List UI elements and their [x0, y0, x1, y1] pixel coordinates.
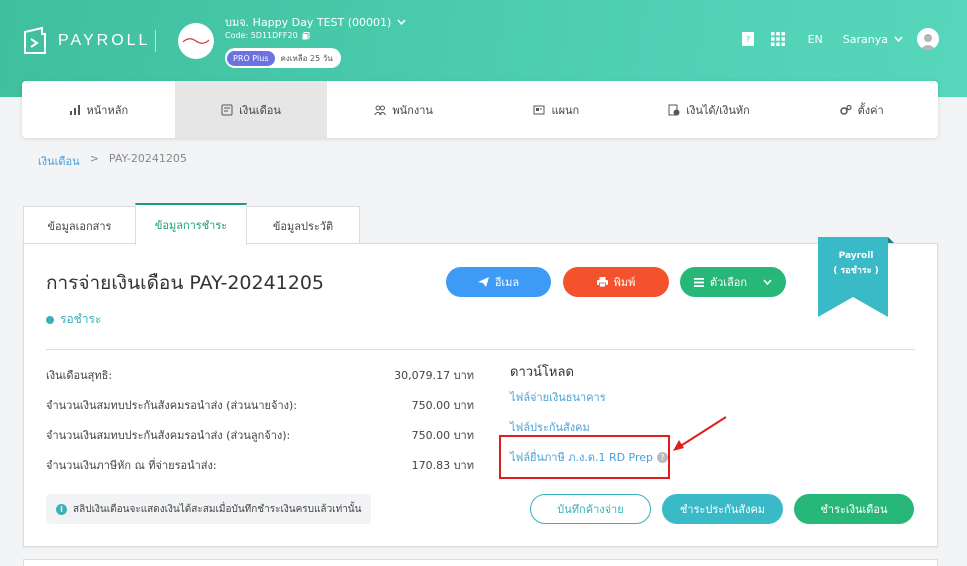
info-note: i สลิปเงินเดือนจะแสดงเงินได้สะสมเมื่อบัน… [46, 494, 372, 524]
nav-item-employees[interactable]: พนักงาน [327, 81, 480, 138]
company-code: Code: 5D11DFF20 [225, 31, 298, 40]
info-icon: i [56, 503, 67, 515]
company-logo[interactable] [178, 23, 214, 59]
email-button[interactable]: อีเมล [446, 267, 551, 297]
pay-salary-button[interactable]: ชำระเงินเดือน [794, 494, 914, 524]
options-button-label: ตัวเลือก [709, 276, 748, 289]
email-button-label: อีเมล [494, 276, 520, 289]
list-icon [693, 277, 704, 287]
payment-summary: เงินเดือนสุทธิ: 30,079.17 บาท จำนวนเงินส… [46, 360, 474, 480]
summary-value: 170.83 บาท [411, 459, 474, 472]
nav-label: แผนก [551, 103, 580, 117]
plan-label: PRO Plus [227, 50, 275, 66]
download-link-label: ไฟล์ประกันสังคม [510, 421, 590, 434]
summary-row-sso-employee: จำนวนเงินสมทบประกันสังคมรอนำส่ง (ส่วนลูก… [46, 420, 474, 450]
svg-text:?: ? [745, 35, 749, 44]
company-name: บมจ. Happy Day TEST (00001) [225, 16, 392, 29]
document-tabs: ข้อมูลเอกสาร ข้อมูลการชำระ ข้อมูลประวัติ [23, 203, 360, 245]
tab-payment-info[interactable]: ข้อมูลการชำระ [135, 203, 247, 245]
logo-icon [24, 26, 46, 54]
ribbon-text: Payroll ( รอชำระ ) [818, 249, 894, 279]
gear-icon [839, 104, 852, 115]
nav-label: เงินเดือน [239, 103, 281, 117]
breadcrumb: เงินเดือน > PAY-20241205 [38, 152, 187, 170]
next-card [23, 559, 938, 566]
department-icon [533, 105, 545, 114]
print-button-label: พิมพ์ [613, 276, 636, 289]
summary-row-net-salary: เงินเดือนสุทธิ: 30,079.17 บาท [46, 360, 474, 390]
breadcrumb-payroll-link[interactable]: เงินเดือน [38, 152, 80, 170]
plan-days: คงเหลือ 25 วัน [280, 53, 333, 63]
nav-label: เงินได้/เงินหัก [686, 103, 750, 117]
summary-value: 30,079.17 บาท [394, 369, 474, 382]
summary-value: 750.00 บาท [411, 399, 474, 412]
print-button[interactable]: พิมพ์ [563, 267, 669, 297]
header-divider [155, 30, 156, 52]
nav-label: หน้าหลัก [86, 103, 129, 117]
summary-row-withholding-tax: จำนวนเงินภาษีหัก ณ ที่จ่ายรอนำส่ง: 170.8… [46, 450, 474, 480]
main-nav: หน้าหลัก เงินเดือน พนักงาน แผนก เงินได้/… [22, 81, 938, 138]
info-note-text: สลิปเงินเดือนจะแสดงเงินได้สะสมเมื่อบันทึ… [73, 503, 362, 515]
tab-history[interactable]: ข้อมูลประวัติ [246, 206, 360, 245]
printer-icon [596, 277, 608, 287]
record-outstanding-button[interactable]: บันทึกค้างจ่าย [530, 494, 651, 524]
page-title: การจ่ายเงินเดือน PAY-20241205 [46, 272, 325, 294]
tab-document-info[interactable]: ข้อมูลเอกสาร [23, 206, 136, 245]
status-label: รอชำระ [60, 312, 102, 326]
status-badge: รอชำระ [46, 310, 101, 329]
avatar[interactable] [917, 28, 939, 50]
status-dot [46, 315, 54, 324]
nav-label: ตั้งค่า [857, 103, 884, 117]
download-link-label: ไฟล์จ่ายเงินธนาคาร [510, 391, 606, 404]
nav-label: พนักงาน [392, 103, 433, 117]
payment-card: การจ่ายเงินเดือน PAY-20241205 รอชำระ อีเ… [23, 237, 938, 547]
income-icon [668, 104, 680, 115]
app-logo[interactable]: PAYROLL [22, 26, 150, 56]
summary-value: 750.00 บาท [411, 429, 474, 442]
ribbon-title: Payroll [838, 251, 874, 261]
send-icon [477, 277, 489, 287]
downloads-title: ดาวน์โหลด [510, 364, 574, 380]
company-code-row: Code: 5D11DFF20 [225, 31, 310, 40]
highlight-box [499, 435, 670, 479]
language-switch[interactable]: EN [808, 33, 823, 46]
download-bank-file-link[interactable]: ไฟล์จ่ายเงินธนาคาร [510, 382, 668, 412]
user-name: Saranya [842, 32, 888, 46]
company-switcher[interactable]: บมจ. Happy Day TEST (00001) [225, 13, 406, 31]
summary-row-sso-employer: จำนวนเงินสมทบประกันสังคมรอนำส่ง (ส่วนนาย… [46, 390, 474, 420]
summary-label: เงินเดือนสุทธิ: [46, 369, 113, 382]
user-menu[interactable]: Saranya [843, 33, 903, 46]
divider [46, 349, 915, 350]
nav-item-payroll[interactable]: เงินเดือน [174, 81, 328, 138]
nav-item-department[interactable]: แผนก [480, 81, 633, 138]
user-icon [920, 34, 936, 50]
payroll-icon [221, 104, 233, 115]
summary-label: จำนวนเงินสมทบประกันสังคมรอนำส่ง (ส่วนนาย… [46, 399, 297, 412]
chevron-down-icon [763, 279, 772, 285]
logo-text: PAYROLL [58, 32, 151, 49]
status-ribbon: Payroll ( รอชำระ ) [818, 237, 894, 324]
breadcrumb-separator: > [89, 152, 99, 165]
copy-icon[interactable] [302, 31, 310, 40]
chart-icon [69, 104, 80, 115]
nav-item-income-deduction[interactable]: เงินได้/เงินหัก [633, 81, 786, 138]
summary-label: จำนวนเงินภาษีหัก ณ ที่จ่ายรอนำส่ง: [46, 459, 217, 472]
nav-item-settings[interactable]: ตั้งค่า [785, 81, 938, 138]
company-logo-icon [182, 38, 210, 44]
options-dropdown-button[interactable]: ตัวเลือก [680, 267, 786, 297]
people-icon [374, 105, 387, 115]
pay-social-security-button[interactable]: ชำระประกันสังคม [662, 494, 783, 524]
chevron-down-icon [397, 19, 406, 25]
manual-book-icon[interactable]: ? [740, 31, 756, 47]
apps-grid-icon[interactable] [770, 31, 786, 47]
ribbon-status: ( รอชำระ ) [833, 266, 879, 276]
chevron-down-icon [894, 36, 903, 42]
header-right: ? EN Saranya [740, 28, 939, 50]
nav-item-home[interactable]: หน้าหลัก [22, 81, 175, 138]
plan-badge: PRO Plus คงเหลือ 25 วัน [225, 48, 341, 68]
summary-label: จำนวนเงินสมทบประกันสังคมรอนำส่ง (ส่วนลูก… [46, 429, 291, 442]
annotation-arrow-icon [673, 416, 727, 451]
breadcrumb-current: PAY-20241205 [108, 152, 187, 165]
